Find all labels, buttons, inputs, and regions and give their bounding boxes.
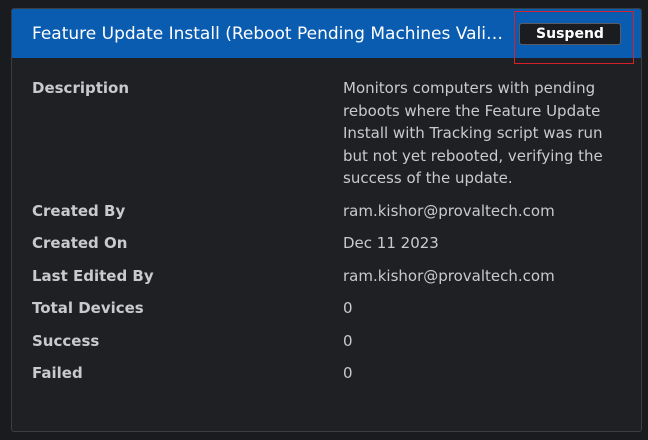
detail-value: 0 xyxy=(343,299,353,317)
detail-row-total-devices: Total Devices 0 xyxy=(32,297,627,320)
monitor-title: Feature Update Install (Reboot Pending M… xyxy=(32,24,512,44)
detail-label: Description xyxy=(32,79,130,97)
detail-value: 0 xyxy=(343,331,353,350)
detail-label: Last Edited By xyxy=(32,266,154,285)
detail-label: Created On xyxy=(32,234,128,252)
detail-row-failed: Failed 0 xyxy=(32,362,627,385)
detail-row-created-by: Created By ram.kishor@provaltech.com xyxy=(32,200,627,223)
detail-label: Total Devices xyxy=(32,299,144,317)
detail-value: Dec 11 2023 xyxy=(343,234,439,252)
detail-value: ram.kishor@provaltech.com xyxy=(343,201,555,220)
detail-label: Success xyxy=(32,331,100,350)
detail-row-success: Success 0 xyxy=(32,330,627,353)
card-header: Feature Update Install (Reboot Pending M… xyxy=(12,9,641,64)
detail-row-created-on: Created On Dec 11 2023 xyxy=(32,232,627,255)
detail-value: 0 xyxy=(343,364,353,382)
monitor-detail-panel: Feature Update Install (Reboot Pending M… xyxy=(0,0,648,440)
details-list: Description Monitors computers with pend… xyxy=(32,77,627,395)
detail-row-description: Description Monitors computers with pend… xyxy=(32,77,627,190)
monitor-card: Feature Update Install (Reboot Pending M… xyxy=(11,8,642,432)
detail-label: Created By xyxy=(32,201,126,220)
suspend-button[interactable]: Suspend xyxy=(519,23,621,45)
detail-value: ram.kishor@provaltech.com xyxy=(343,266,555,285)
detail-label: Failed xyxy=(32,364,83,382)
detail-value: Monitors computers with pending reboots … xyxy=(343,79,603,187)
detail-row-last-edited-by: Last Edited By ram.kishor@provaltech.com xyxy=(32,265,627,288)
